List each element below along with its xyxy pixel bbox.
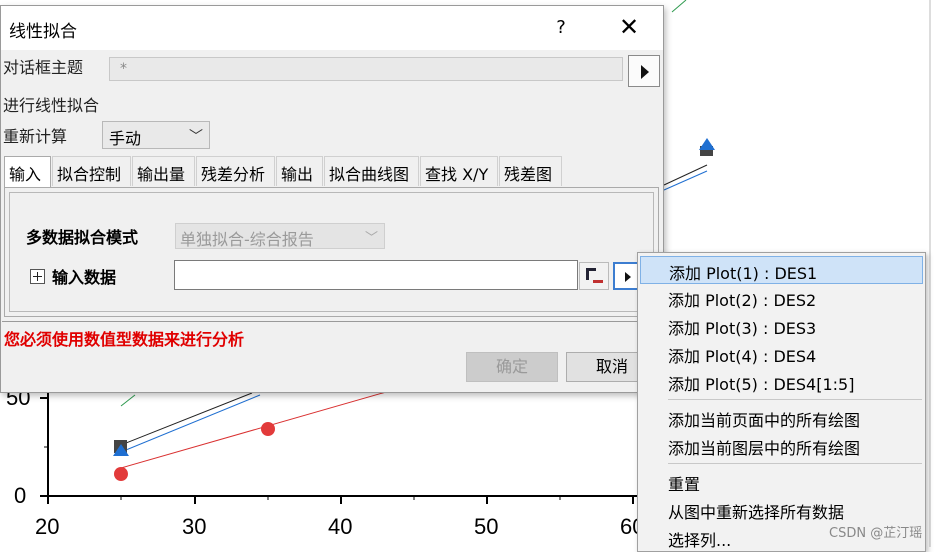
theme-menu-button[interactable] [628,55,660,87]
input-data-field[interactable] [174,260,578,290]
dialog-titlebar[interactable]: 线性拟合 ? ✕ [1,6,663,50]
fit-line-green [120,394,136,407]
menu-item-add-plot-5[interactable]: 添加 Plot(5) : DES4[1:5] [640,368,923,396]
tab-output-quantities[interactable]: 输出量 [132,156,195,186]
tab-input[interactable]: 输入 [4,156,51,189]
menu-separator [668,399,922,400]
menu-item-add-plot-2[interactable]: 添加 Plot(2) : DES2 [640,284,923,312]
x-tick-label: 40 [328,514,353,539]
select-from-graph-button[interactable] [579,262,609,290]
expand-icon[interactable] [30,269,45,284]
watermark-text: CSDN @芷汀瑶 [829,526,923,541]
dialog-title: 线性拟合 [9,22,77,42]
y-tick-label: 0 [14,483,27,508]
multi-fit-mode-select: 单独拟合-综合报告 ﹀ [175,223,385,249]
data-point-red [114,467,128,481]
theme-label: 对话框主题 [3,58,84,77]
input-tab-panel: 多数据拟合模式 单独拟合-综合报告 ﹀ 输入数据 [4,187,659,317]
recalc-select-value: 手动 [109,129,142,148]
data-point-red [261,422,275,436]
chevron-down-icon: ﹀ [189,129,203,145]
tab-fit-curve-plot[interactable]: 拟合曲线图 [324,156,419,186]
menu-item-add-plot-4[interactable]: 添加 Plot(4) : DES4 [640,340,923,368]
input-data-label: 输入数据 [52,268,117,287]
theme-field[interactable]: * [109,57,623,81]
menu-item-reselect-all-from-graph[interactable]: 从图中重新选择所有数据 [640,496,923,524]
x-tick-label: 30 [182,514,207,539]
recalc-label: 重新计算 [3,127,68,146]
multi-fit-mode-value: 单独拟合-综合报告 [180,230,314,249]
close-button[interactable]: ✕ [607,12,651,44]
data-point-blue [699,138,715,150]
menu-item-add-plot-1[interactable]: 添加 Plot(1) : DES1 [640,256,923,284]
fit-line-green-upper [671,0,687,13]
error-message: 您必须使用数值型数据来进行分析 [4,330,245,349]
tab-fit-control[interactable]: 拟合控制 [52,156,131,186]
menu-item-add-all-in-page[interactable]: 添加当前页面中的所有绘图 [640,404,923,432]
chevron-down-icon: ﹀ [364,231,378,246]
tab-find-xy[interactable]: 查找 X/Y [420,156,498,186]
input-group-box: 多数据拟合模式 单独拟合-综合报告 ﹀ 输入数据 [9,192,654,312]
fit-line-black-upper [663,164,708,186]
tab-residual-analysis[interactable]: 残差分析 [196,156,275,186]
fit-line-blue-upper [663,170,708,191]
recalc-select[interactable]: 手动 ﹀ [102,121,210,149]
menu-separator [668,463,922,464]
tab-residual-plot[interactable]: 残差图 [499,156,562,186]
action-label: 进行线性拟合 [3,96,100,115]
input-data-popup-menu: 添加 Plot(1) : DES1 添加 Plot(2) : DES2 添加 P… [637,252,926,552]
linear-fit-dialog: 线性拟合 ? ✕ 对话框主题 * 进行线性拟合 重新计算 手动 ﹀ 输入 拟合控… [0,5,664,393]
x-tick-label: 20 [35,514,60,539]
ok-button[interactable]: 确定 [466,352,558,382]
menu-item-add-plot-3[interactable]: 添加 Plot(3) : DES3 [640,312,923,340]
multi-fit-mode-label: 多数据拟合模式 [26,228,139,247]
help-button[interactable]: ? [549,16,573,40]
x-tick-label: 50 [474,514,499,539]
menu-item-reset[interactable]: 重置 [640,468,923,496]
menu-item-add-all-in-layer[interactable]: 添加当前图层中的所有绘图 [640,432,923,460]
fit-line-blue [120,394,261,453]
message-area: 您必须使用数值型数据来进行分析 [2,321,662,349]
fit-line-black [120,392,253,446]
tab-output[interactable]: 输出 [276,156,323,186]
